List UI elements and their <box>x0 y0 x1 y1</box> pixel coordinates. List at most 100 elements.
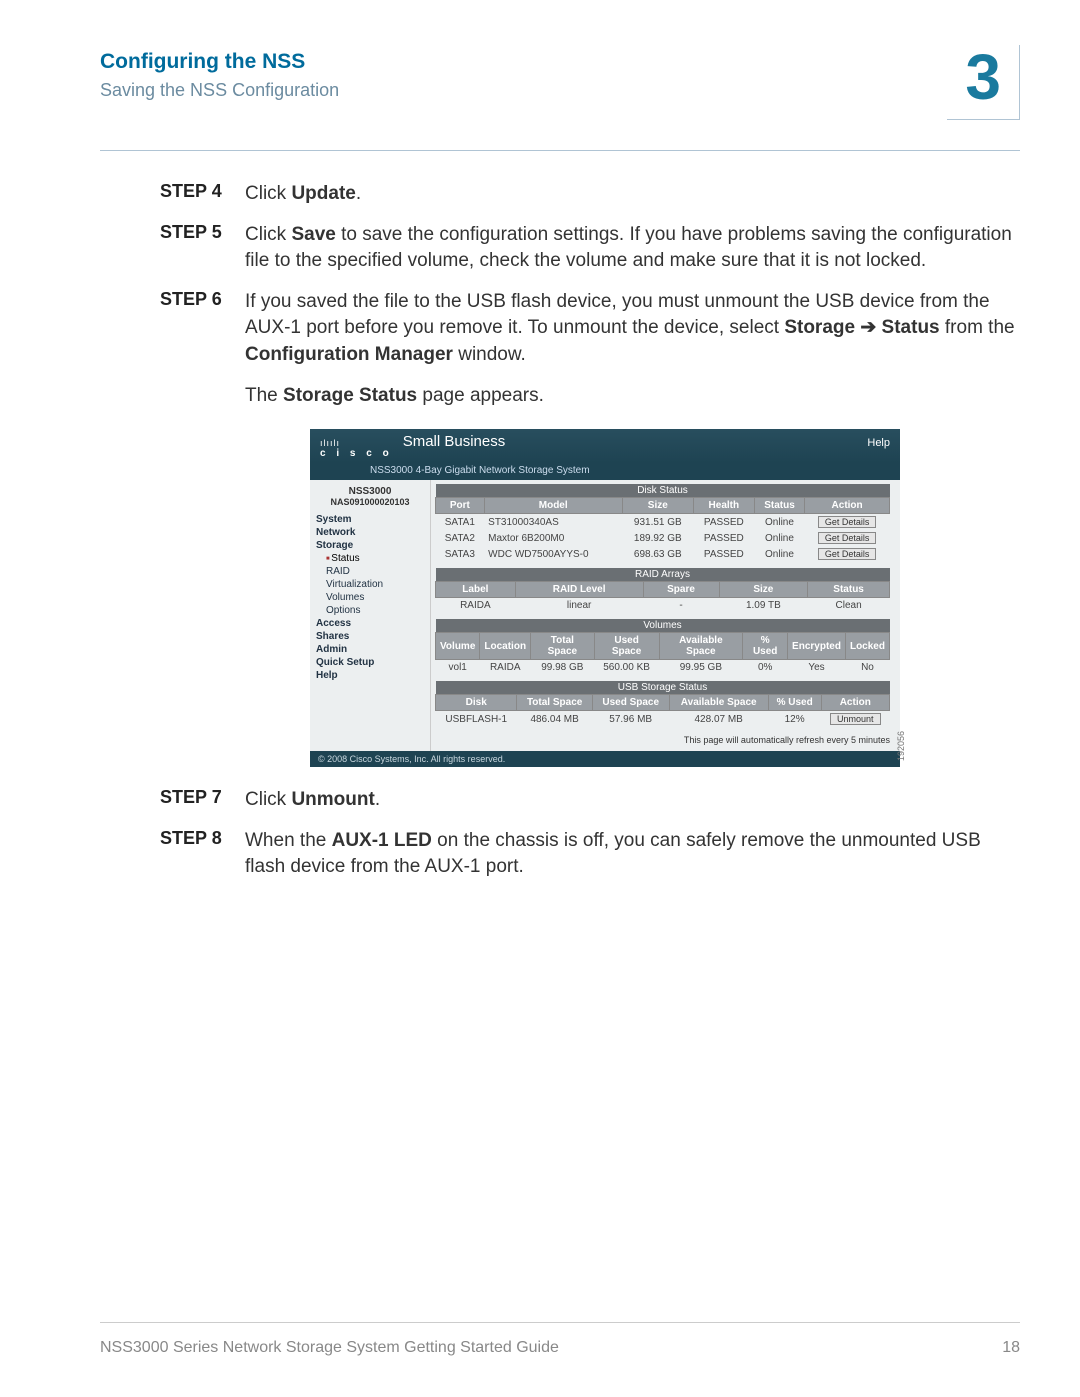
nav-network[interactable]: Network <box>316 526 424 539</box>
step-text: . <box>356 183 361 204</box>
col-header: Status <box>754 498 804 514</box>
col-header: Spare <box>643 582 719 598</box>
col-header: Total Space <box>517 695 592 711</box>
step-label: STEP 6 <box>160 289 245 409</box>
step-body: Click Unmount. <box>245 787 1020 814</box>
device-name: NSS3000 <box>316 486 424 497</box>
nav-virtualization[interactable]: Virtualization <box>316 578 424 591</box>
step-body: When the AUX-1 LED on the chassis is off… <box>245 828 1020 881</box>
step-body: Click Update. <box>245 181 1020 208</box>
nav-admin[interactable]: Admin <box>316 643 424 656</box>
step-bold: AUX-1 LED <box>332 830 432 851</box>
col-header: Used Space <box>594 633 659 660</box>
cell: ST31000340AS <box>484 514 622 531</box>
col-header: Size <box>622 498 693 514</box>
step-label: STEP 4 <box>160 181 245 208</box>
cell: SATA2 <box>436 530 485 546</box>
col-header: Action <box>821 695 889 711</box>
get-details-button[interactable]: Get Details <box>818 516 877 528</box>
step-text: page appears. <box>417 385 544 406</box>
cell: RAIDA <box>480 660 531 676</box>
nav-storage[interactable]: Storage <box>316 539 424 552</box>
cell: 99.98 GB <box>531 660 595 676</box>
device-id: NAS091000020103 <box>316 497 424 507</box>
col-header: Volume <box>436 633 480 660</box>
step-text: Click <box>245 183 291 204</box>
table-caption: RAID Arrays <box>436 568 890 582</box>
nav-system[interactable]: System <box>316 513 424 526</box>
table-row: vol1 RAIDA 99.98 GB 560.00 KB 99.95 GB 0… <box>436 660 890 676</box>
step-bold: Save <box>291 224 335 245</box>
step-label: STEP 5 <box>160 222 245 275</box>
unmount-button[interactable]: Unmount <box>830 713 881 725</box>
cell-status: Online <box>754 530 804 546</box>
cell: - <box>643 598 719 614</box>
table-caption: Disk Status <box>436 484 890 498</box>
sidebar: NSS3000 NAS091000020103 System Network S… <box>310 480 430 751</box>
page-number: 18 <box>1002 1339 1020 1357</box>
small-business-label: Small Business <box>403 433 506 450</box>
cell: 1.09 TB <box>719 598 808 614</box>
cell: 0% <box>743 660 788 676</box>
step-4: STEP 4 Click Update. <box>160 181 1020 208</box>
col-header: Model <box>484 498 622 514</box>
col-header: Total Space <box>531 633 595 660</box>
cell: 931.51 GB <box>622 514 693 531</box>
step-text: Click <box>245 224 291 245</box>
section-subtitle: Saving the NSS Configuration <box>100 80 339 101</box>
nav-options[interactable]: Options <box>316 604 424 617</box>
cell-health: PASSED <box>693 546 754 562</box>
step-text: from the <box>940 317 1015 338</box>
cell: linear <box>515 598 643 614</box>
col-header: Disk <box>436 695 517 711</box>
get-details-button[interactable]: Get Details <box>818 548 877 560</box>
cell: vol1 <box>436 660 480 676</box>
main-panel: Disk Status Port Model Size Health Statu… <box>430 480 900 751</box>
step-5: STEP 5 Click Save to save the configurat… <box>160 222 1020 275</box>
table-row: RAIDA linear - 1.09 TB Clean <box>436 598 890 614</box>
col-header: Status <box>808 582 890 598</box>
nav-volumes[interactable]: Volumes <box>316 591 424 604</box>
nav-status[interactable]: Status <box>316 552 424 565</box>
cell: USBFLASH-1 <box>436 711 517 728</box>
col-header: Port <box>436 498 485 514</box>
nav-raid[interactable]: RAID <box>316 565 424 578</box>
nav-help[interactable]: Help <box>316 669 424 682</box>
nav-access[interactable]: Access <box>316 617 424 630</box>
col-header: Used Space <box>592 695 669 711</box>
auto-refresh-note: This page will automatically refresh eve… <box>435 733 890 745</box>
step-bold: Storage ➔ Status <box>784 317 939 338</box>
col-header: Encrypted <box>788 633 846 660</box>
col-header: Available Space <box>669 695 768 711</box>
col-header: Location <box>480 633 531 660</box>
cell: 428.07 MB <box>669 711 768 728</box>
step-text: When the <box>245 830 332 851</box>
cell: 698.63 GB <box>622 546 693 562</box>
step-bold: Configuration Manager <box>245 344 453 365</box>
nav-shares[interactable]: Shares <box>316 630 424 643</box>
table-caption: USB Storage Status <box>436 681 890 695</box>
step-label: STEP 7 <box>160 787 245 814</box>
screenshot-copyright: © 2008 Cisco Systems, Inc. All rights re… <box>310 751 900 767</box>
get-details-button[interactable]: Get Details <box>818 532 877 544</box>
help-link[interactable]: Help <box>867 437 890 449</box>
step-body: Click Save to save the configuration set… <box>245 222 1020 275</box>
doc-title: NSS3000 Series Network Storage System Ge… <box>100 1339 559 1357</box>
volumes-table: Volumes Volume Location Total Space Used… <box>435 619 890 675</box>
cell: SATA1 <box>436 514 485 531</box>
col-header: RAID Level <box>515 582 643 598</box>
step-text: The <box>245 385 283 406</box>
col-header: Health <box>693 498 754 514</box>
nav-quick-setup[interactable]: Quick Setup <box>316 656 424 669</box>
raid-arrays-table: RAID Arrays Label RAID Level Spare Size … <box>435 568 890 613</box>
step-7: STEP 7 Click Unmount. <box>160 787 1020 814</box>
step-bold: Update <box>291 183 355 204</box>
cell-status: Online <box>754 514 804 531</box>
cell-status: Clean <box>808 598 890 614</box>
col-header: % Used <box>743 633 788 660</box>
cell-health: PASSED <box>693 514 754 531</box>
table-row: SATA1 ST31000340AS 931.51 GB PASSED Onli… <box>436 514 890 531</box>
step-bold: Storage Status <box>283 385 417 406</box>
cell-status: Online <box>754 546 804 562</box>
cell: 560.00 KB <box>594 660 659 676</box>
